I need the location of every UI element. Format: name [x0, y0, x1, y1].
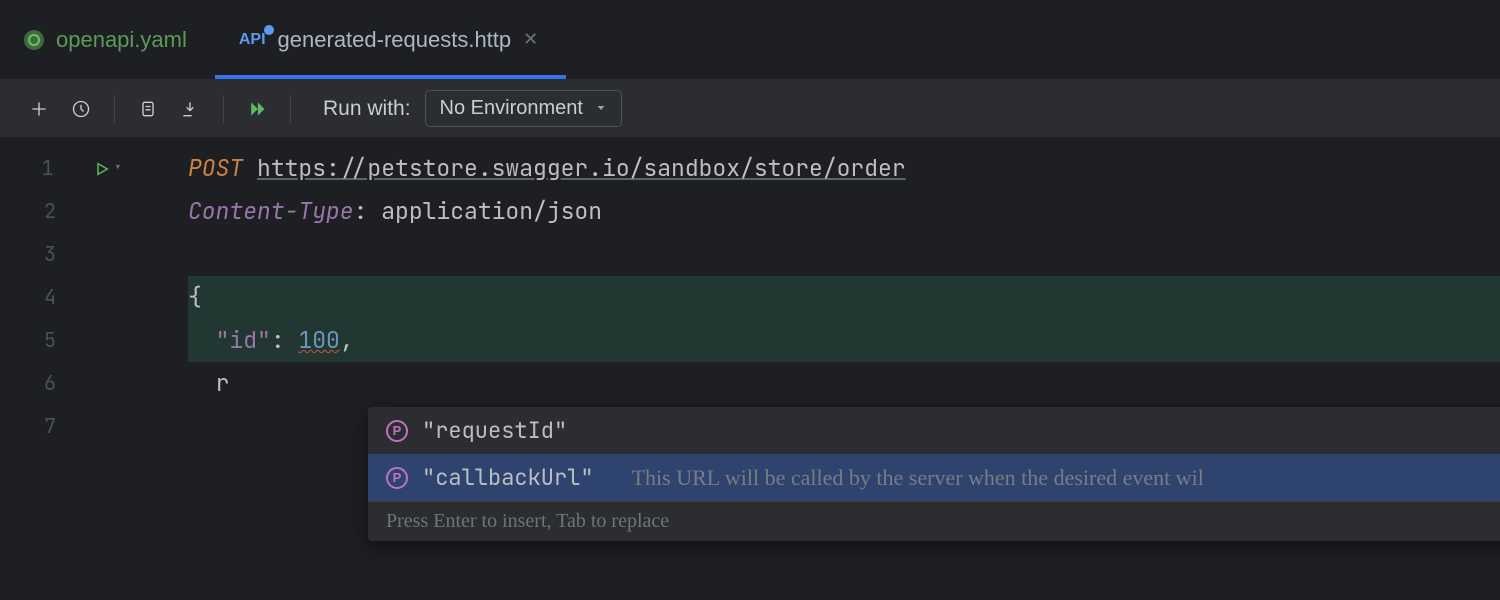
close-icon[interactable]: ✕ [523, 29, 538, 50]
json-key: "id" [216, 325, 271, 355]
environment-select[interactable]: No Environment [425, 90, 622, 127]
code-line [188, 233, 1500, 276]
add-button[interactable] [18, 88, 60, 130]
autocomplete-label: "requestId" [422, 409, 567, 452]
line-number: 5 [28, 319, 56, 362]
code-line: POST https://petstore.swagger.io/sandbox… [188, 147, 1500, 190]
run-all-button[interactable] [236, 88, 278, 130]
api-icon: API [239, 31, 266, 49]
autocomplete-hint: Press Enter to insert, Tab to replace [368, 501, 1500, 541]
history-button[interactable] [60, 88, 102, 130]
code-line: { [188, 276, 1500, 319]
line-number: 1 [26, 147, 54, 190]
code-line: r [188, 362, 1500, 405]
gutter: 1 ▾ 2 3 4 5 6 7 [0, 138, 188, 448]
run-with-label: Run with: [323, 97, 411, 121]
autocomplete-description: This URL will be called by the server wh… [632, 456, 1500, 499]
property-icon: P [386, 420, 408, 442]
line-number: 4 [28, 276, 56, 319]
separator [290, 95, 291, 123]
chevron-down-icon: ▾ [114, 147, 122, 190]
code-area[interactable]: POST https://petstore.swagger.io/sandbox… [188, 138, 1500, 448]
property-icon: P [386, 467, 408, 489]
header-value: application/json [381, 196, 602, 226]
separator [223, 95, 224, 123]
request-url: https://petstore.swagger.io/sandbox/stor… [257, 153, 906, 183]
tab-label: openapi.yaml [56, 27, 187, 53]
examples-button[interactable] [127, 88, 169, 130]
tab-openapi[interactable]: openapi.yaml [0, 0, 215, 79]
autocomplete-item[interactable]: P "requestId" Unique Request [368, 407, 1500, 454]
tab-generated-requests[interactable]: API generated-requests.http ✕ [215, 0, 566, 79]
import-button[interactable] [169, 88, 211, 130]
http-method: POST [188, 153, 243, 183]
autocomplete-popup: P "requestId" Unique Request P "callback… [368, 407, 1500, 541]
separator [114, 95, 115, 123]
yaml-icon [24, 30, 44, 50]
chevron-down-icon [595, 97, 607, 120]
json-value: 100 [298, 325, 339, 355]
environment-value: No Environment [440, 97, 583, 120]
run-gutter-icon[interactable]: ▾ [94, 147, 122, 190]
autocomplete-label: "callbackUrl" [422, 456, 594, 499]
tab-label: generated-requests.http [278, 27, 512, 53]
tab-bar: openapi.yaml API generated-requests.http… [0, 0, 1500, 80]
line-number: 3 [28, 233, 56, 276]
code-editor[interactable]: 1 ▾ 2 3 4 5 6 7 POST https://petstore.sw… [0, 138, 1500, 448]
header-name: Content-Type [188, 196, 354, 226]
code-line: "id": 100, [188, 319, 1500, 362]
http-toolbar: Run with: No Environment [0, 80, 1500, 138]
typing-fragment: r [216, 368, 230, 398]
line-number: 2 [28, 190, 56, 233]
code-line: Content-Type: application/json [188, 190, 1500, 233]
autocomplete-item[interactable]: P "callbackUrl" This URL will be called … [368, 454, 1500, 501]
line-number: 6 [28, 362, 56, 405]
line-number: 7 [28, 405, 56, 448]
